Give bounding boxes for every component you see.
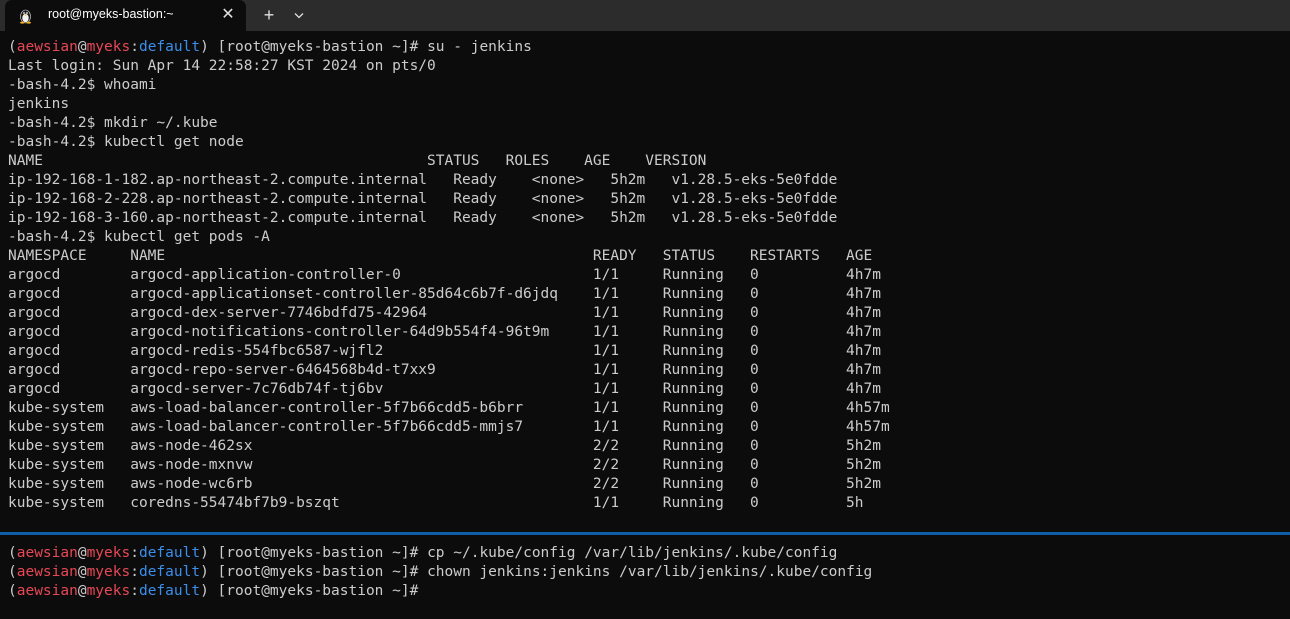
linux-penguin-icon: [17, 7, 34, 24]
output-line: kube-system coredns-55474bf7b9-bszqt 1/1…: [8, 495, 864, 511]
prompt-paren: ): [200, 545, 209, 561]
output-line: kube-system aws-node-462sx 2/2 Running 0…: [8, 438, 881, 454]
output-line: -bash-4.2$ kubectl get node: [8, 134, 244, 150]
output-line: NAMESPACE NAME READY STATUS RESTARTS AGE: [8, 248, 873, 264]
prompt-at: @: [77, 583, 87, 599]
command-text: su - jenkins: [427, 39, 532, 55]
prompt-context: default: [138, 39, 201, 55]
output-line: -bash-4.2$ whoami: [8, 77, 157, 93]
prompt-line: (aewsian@myeks:default) [root@myeks-bast…: [8, 38, 532, 57]
prompt-context: default: [138, 583, 201, 599]
new-tab-button[interactable]: +: [259, 5, 279, 25]
close-tab-button[interactable]: ✕: [219, 6, 237, 24]
output-line: kube-system aws-node-wc6rb 2/2 Running 0…: [8, 476, 881, 492]
command-text: chown jenkins:jenkins /var/lib/jenkins/.…: [427, 564, 873, 580]
prompt-colon: :: [130, 545, 139, 561]
output-line: argocd argocd-applicationset-controller-…: [8, 286, 881, 302]
prompt-user: aewsian: [16, 583, 78, 599]
terminal-pane-bottom[interactable]: (aewsian@myeks:default) [root@myeks-bast…: [0, 544, 1290, 619]
prompt-at: @: [77, 39, 87, 55]
output-line: argocd argocd-dex-server-7746bdfd75-4296…: [8, 305, 881, 321]
output-line: argocd argocd-server-7c76db74f-tj6bv 1/1…: [8, 381, 881, 397]
output-line: ip-192-168-3-160.ap-northeast-2.compute.…: [8, 210, 838, 226]
prompt-user: aewsian: [16, 564, 78, 580]
output-line: NAME STATUS ROLES AGE VERSION: [8, 153, 707, 169]
prompt-line: (aewsian@myeks:default) [root@myeks-bast…: [8, 582, 427, 601]
prompt-shell: [root@myeks-bastion ~]#: [208, 545, 428, 561]
prompt-colon: :: [130, 39, 139, 55]
chevron-down-icon[interactable]: [290, 6, 308, 24]
prompt-paren: (: [8, 39, 17, 55]
output-line: kube-system aws-load-balancer-controller…: [8, 400, 890, 416]
prompt-host: myeks: [86, 583, 131, 599]
prompt-at: @: [77, 545, 87, 561]
terminal-pane-top[interactable]: (aewsian@myeks:default) [root@myeks-bast…: [0, 38, 1290, 532]
prompt-shell: [root@myeks-bastion ~]#: [208, 583, 428, 599]
prompt-colon: :: [130, 564, 139, 580]
terminal-tab[interactable]: root@myeks-bastion:~ ✕: [5, 0, 246, 31]
output-line: Last login: Sun Apr 14 22:58:27 KST 2024…: [8, 58, 436, 74]
output-line: jenkins: [8, 96, 70, 112]
prompt-line: (aewsian@myeks:default) [root@myeks-bast…: [8, 563, 872, 582]
prompt-paren: (: [8, 583, 17, 599]
prompt-paren: ): [200, 583, 209, 599]
output-line: kube-system aws-node-mxnvw 2/2 Running 0…: [8, 457, 881, 473]
prompt-paren: (: [8, 545, 17, 561]
output-line: argocd argocd-notifications-controller-6…: [8, 324, 881, 340]
prompt-shell: [root@myeks-bastion ~]#: [208, 564, 428, 580]
output-line: ip-192-168-2-228.ap-northeast-2.compute.…: [8, 191, 838, 207]
output-line: argocd argocd-application-controller-0 1…: [8, 267, 881, 283]
prompt-host: myeks: [86, 564, 131, 580]
tab-bar: root@myeks-bastion:~ ✕ +: [0, 0, 1290, 31]
prompt-user: aewsian: [16, 39, 78, 55]
output-line: -bash-4.2$ mkdir ~/.kube: [8, 115, 218, 131]
prompt-host: myeks: [86, 545, 131, 561]
prompt-colon: :: [130, 583, 139, 599]
output-line: ip-192-168-1-182.ap-northeast-2.compute.…: [8, 172, 838, 188]
prompt-paren: ): [200, 39, 209, 55]
prompt-context: default: [138, 545, 201, 561]
tab-title: root@myeks-bastion:~: [48, 7, 174, 21]
prompt-shell: [root@myeks-bastion ~]#: [208, 39, 428, 55]
pane-divider[interactable]: [0, 532, 1290, 535]
prompt-user: aewsian: [16, 545, 78, 561]
prompt-line: (aewsian@myeks:default) [root@myeks-bast…: [8, 544, 837, 563]
output-line: -bash-4.2$ kubectl get pods -A: [8, 229, 270, 245]
prompt-host: myeks: [86, 39, 131, 55]
output-line: argocd argocd-redis-554fbc6587-wjfl2 1/1…: [8, 343, 881, 359]
prompt-context: default: [138, 564, 201, 580]
prompt-at: @: [77, 564, 87, 580]
prompt-paren: (: [8, 564, 17, 580]
output-line: argocd argocd-repo-server-6464568b4d-t7x…: [8, 362, 881, 378]
output-line: kube-system aws-load-balancer-controller…: [8, 419, 890, 435]
prompt-paren: ): [200, 564, 209, 580]
command-text: cp ~/.kube/config /var/lib/jenkins/.kube…: [427, 545, 838, 561]
